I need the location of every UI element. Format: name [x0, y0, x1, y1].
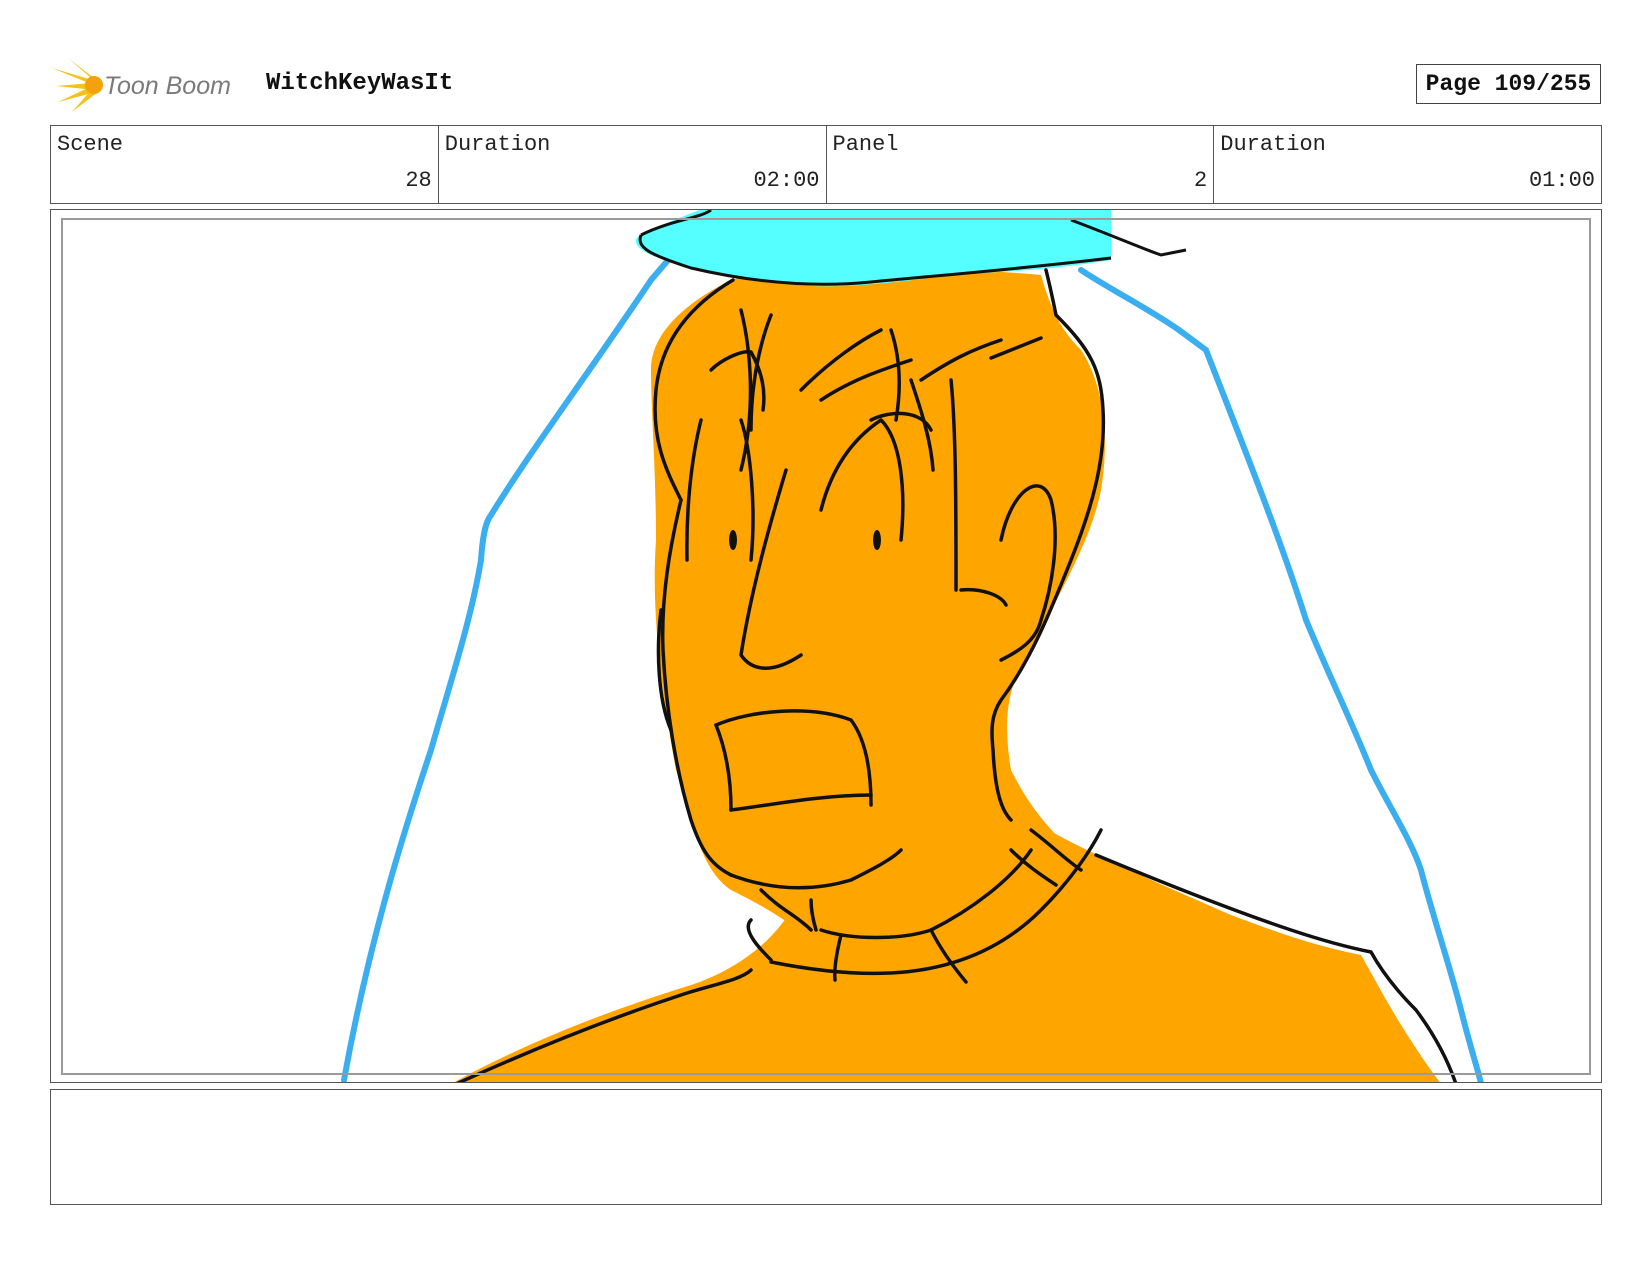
- panel-label: Panel: [832, 132, 899, 157]
- storyboard-panel: [50, 209, 1602, 1083]
- character-body: [454, 268, 1440, 1082]
- project-title: WitchKeyWasIt: [266, 70, 454, 97]
- scene-label: Scene: [57, 132, 124, 157]
- toon-boom-logo: Toon Boom: [52, 58, 252, 112]
- toon-boom-burst-icon: Toon Boom: [52, 58, 231, 112]
- scene-duration-value: 02:00: [753, 168, 820, 193]
- panel-value: 2: [1194, 168, 1208, 193]
- storyboard-drawing: [341, 210, 1484, 1082]
- scene-cell: Scene 28: [51, 126, 439, 203]
- panel-duration-value: 01:00: [1528, 168, 1595, 193]
- panel-duration-cell: Duration 01:00: [1214, 126, 1601, 203]
- svg-text:Toon Boom: Toon Boom: [104, 72, 231, 100]
- scene-duration-cell: Duration 02:00: [439, 126, 827, 203]
- character-hat: [635, 210, 1187, 287]
- page-indicator: Page 109/255: [1416, 64, 1601, 104]
- panel-notes[interactable]: [50, 1089, 1602, 1205]
- scene-value: 28: [405, 168, 432, 193]
- scene-duration-label: Duration: [444, 132, 551, 157]
- panel-info-row: Scene 28 Duration 02:00 Panel 2 Duration…: [50, 125, 1602, 204]
- panel-cell: Panel 2: [827, 126, 1215, 203]
- panel-duration-label: Duration: [1220, 132, 1326, 157]
